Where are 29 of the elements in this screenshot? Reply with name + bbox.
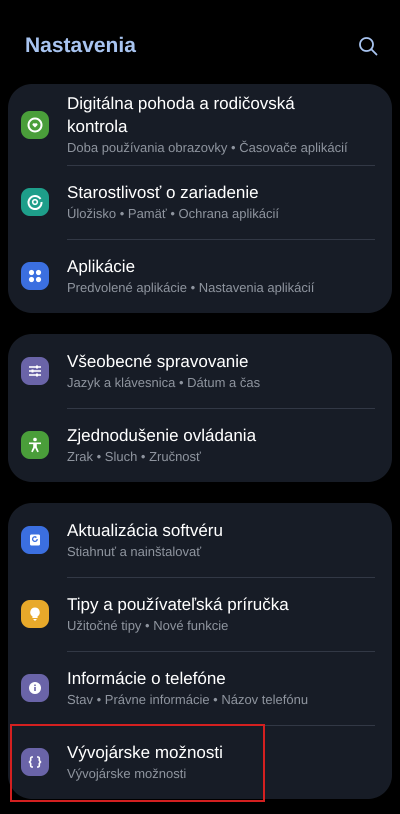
item-subtitle: Užitočné tipy • Nové funkcie bbox=[67, 617, 230, 635]
item-title: Aplikácie bbox=[67, 256, 136, 278]
settings-item[interactable]: Informácie o telefóne Stav • Právne informácie • Názov telefónu bbox=[8, 651, 392, 725]
item-subtitle: Zrak • Sluch • Zručnosť bbox=[67, 448, 202, 466]
item-title: Informácie o telefóne bbox=[67, 668, 227, 690]
settings-item[interactable]: Digitálna pohoda a rodičovská kontrola Doba používania obrazovky • Časovače aplikácií bbox=[8, 84, 392, 165]
item-subtitle: Predvolené aplikácie • Nastavenia aplikácií bbox=[67, 279, 314, 297]
item-subtitle: Úložisko • Pamäť • Ochrana aplikácií bbox=[67, 205, 279, 223]
item-title: Digitálna pohoda a rodičovská kontrola bbox=[67, 93, 296, 138]
item-title: Všeobecné spravovanie bbox=[67, 351, 250, 373]
page-title: Nastavenia bbox=[25, 34, 136, 58]
settings-item[interactable]: Aplikácie Predvolené aplikácie • Nastavenia aplikácií bbox=[8, 239, 392, 313]
item-subtitle: Vývojárske možnosti bbox=[67, 765, 188, 783]
item-subtitle: Stiahnuť a nainštalovať bbox=[67, 543, 202, 561]
item-title: Starostlivosť o zariadenie bbox=[67, 182, 260, 204]
item-subtitle: Doba používania obrazovky • Časovače aplikácií bbox=[67, 139, 348, 157]
item-title: Tipy a používateľská príručka bbox=[67, 594, 289, 616]
settings-item[interactable]: Vývojárske možnosti Vývojárske možnosti bbox=[8, 725, 392, 799]
item-title: Zjednodušenie ovládania bbox=[67, 425, 256, 447]
settings-item[interactable]: Zjednodušenie ovládania Zrak • Sluch • Zručnosť bbox=[8, 408, 392, 482]
search-icon[interactable] bbox=[358, 36, 378, 56]
settings-item[interactable]: Starostlivosť o zariadenie Úložisko • Pamäť • Ochrana aplikácií bbox=[8, 165, 392, 239]
item-subtitle: Stav • Právne informácie • Názov telefónu bbox=[67, 691, 308, 709]
item-subtitle: Jazyk a klávesnica • Dátum a čas bbox=[67, 374, 260, 392]
settings-item[interactable]: Všeobecné spravovanie Jazyk a klávesnica • Dátum a čas bbox=[8, 334, 392, 408]
settings-item[interactable]: Tipy a používateľská príručka Užitočné tipy • Nové funkcie bbox=[8, 577, 392, 651]
item-title: Vývojárske možnosti bbox=[67, 742, 223, 764]
item-title: Aktualizácia softvéru bbox=[67, 520, 223, 542]
settings-item[interactable]: Aktualizácia softvéru Stiahnuť a nainštalovať bbox=[8, 503, 392, 577]
